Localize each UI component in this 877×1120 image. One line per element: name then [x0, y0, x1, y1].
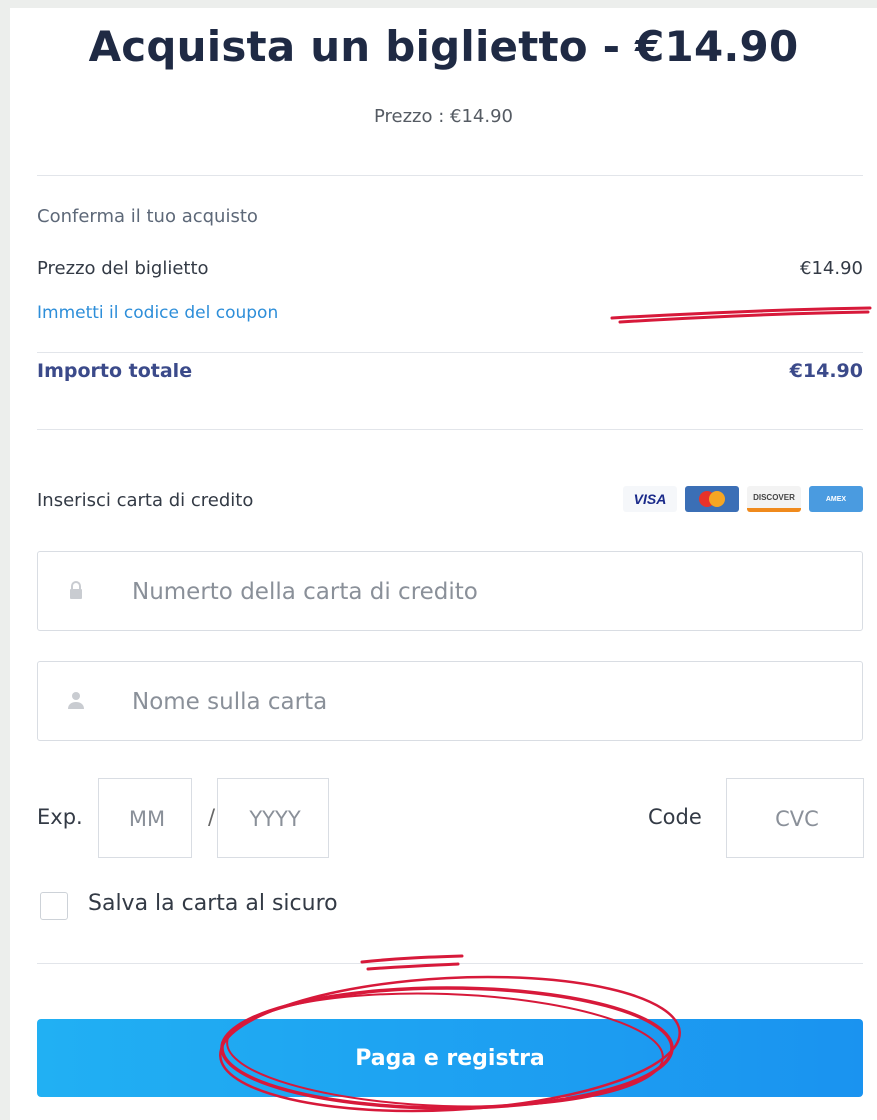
divider: [37, 175, 863, 176]
coupon-code-link[interactable]: Immetti il codice del coupon: [37, 303, 278, 323]
exp-separator: /: [208, 805, 216, 829]
card-name-field[interactable]: [37, 661, 863, 742]
pay-and-register-button[interactable]: Paga e registra: [37, 1019, 863, 1097]
exp-year-input[interactable]: [218, 779, 332, 859]
amex-logo: AMEX: [809, 486, 863, 512]
save-card-label: Salva la carta al sicuro: [88, 891, 338, 916]
confirm-section-label: Conferma il tuo acquisto: [37, 206, 258, 227]
user-icon: [68, 692, 84, 709]
visa-logo: VISA: [623, 486, 677, 512]
credit-card-label: Inserisci carta di credito: [37, 490, 254, 511]
card-number-field[interactable]: [37, 551, 863, 632]
divider: [37, 963, 863, 964]
exp-month-input[interactable]: [99, 779, 195, 859]
cvc-input[interactable]: [727, 779, 867, 859]
total-label: Importo totale: [37, 360, 193, 382]
mastercard-logo: [685, 486, 739, 512]
ticket-price-label: Prezzo del biglietto: [37, 258, 209, 279]
cvc-field[interactable]: [726, 778, 867, 859]
ticket-price-value: €14.90: [800, 258, 863, 279]
code-label: Code: [648, 805, 702, 829]
save-card-checkbox[interactable]: [40, 892, 68, 920]
lock-icon: [70, 581, 82, 599]
exp-year-field[interactable]: [217, 778, 332, 859]
card-number-input[interactable]: [130, 552, 711, 632]
divider: [37, 352, 863, 353]
exp-label: Exp.: [37, 805, 83, 829]
total-value: €14.90: [789, 360, 863, 382]
page-title: Acquista un biglietto - €14.90: [88, 22, 799, 71]
price-subtitle: Prezzo : €14.90: [373, 106, 514, 127]
exp-month-field[interactable]: [98, 778, 195, 859]
card-brands: VISA DISCOVER AMEX: [623, 486, 863, 512]
divider: [37, 429, 863, 430]
checkout-card: Acquista un biglietto - €14.90 Prezzo : …: [10, 8, 877, 1120]
card-name-input[interactable]: [130, 662, 711, 742]
discover-logo: DISCOVER: [747, 486, 801, 512]
